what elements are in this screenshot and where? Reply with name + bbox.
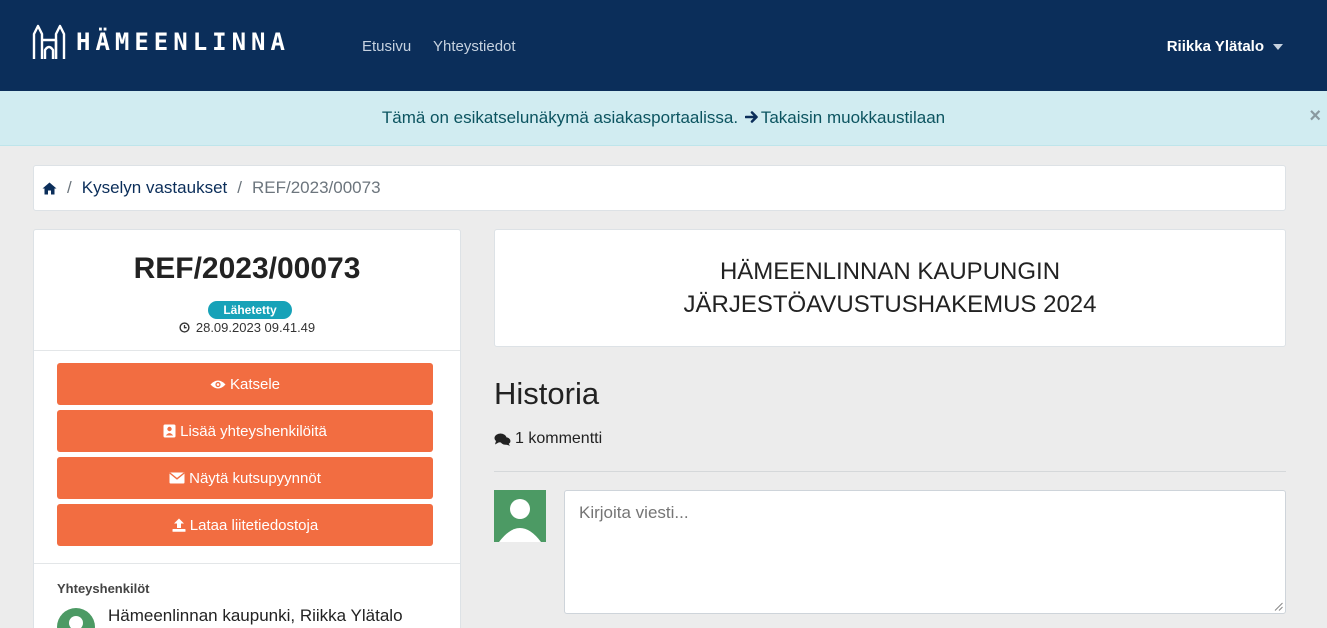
breadcrumb-current: REF/2023/00073	[251, 178, 381, 197]
user-menu[interactable]: Riikka Ylätalo	[1167, 38, 1283, 55]
user-silhouette-icon	[499, 499, 541, 542]
upload-attachments-label: Lataa liitetiedostoja	[189, 516, 319, 534]
form-title-line-1: HÄMEENLINNAN KAUPUNGIN	[719, 258, 1061, 285]
breadcrumb: / Kyselyn vastaukset / REF/2023/00073	[33, 165, 1286, 211]
form-title-line-2: JÄRJESTÖAVUSTUSHAKEMUS 2024	[683, 291, 1097, 318]
brand-logo[interactable]: HÄMEENLINNA	[32, 24, 290, 60]
top-navbar: HÄMEENLINNA Etusivu Yhteystiedot Riikka …	[0, 0, 1327, 91]
alert-text: Tämä on esikatselunäkymä asiakasportaali…	[381, 108, 739, 127]
castle-logo-icon	[32, 24, 66, 59]
comment-input[interactable]	[564, 490, 1286, 614]
breadcrumb-separator: /	[67, 178, 72, 197]
nav-link-home[interactable]: Etusivu	[362, 38, 411, 55]
envelope-icon	[169, 472, 185, 484]
comments-icon	[494, 433, 511, 446]
add-contacts-label: Lisää yhteyshenkilöitä	[180, 422, 327, 440]
divider	[34, 563, 460, 564]
avatar	[494, 490, 546, 542]
contact-name[interactable]: Hämeenlinnan kaupunki, Riikka Ylätalo	[108, 606, 403, 626]
contacts-heading: Yhteyshenkilöt	[57, 581, 150, 596]
arrow-right-icon	[744, 111, 758, 123]
breadcrumb-separator: /	[237, 178, 242, 197]
show-invitations-label: Näytä kutsupyynnöt	[189, 469, 321, 487]
alert-message: Tämä on esikatselunäkymä asiakasportaali…	[0, 108, 1327, 128]
add-contacts-button[interactable]: Lisää yhteyshenkilöitä	[57, 410, 433, 452]
application-summary-card: REF/2023/00073 Lähetetty 28.09.2023 09.4…	[33, 229, 461, 628]
home-icon[interactable]	[42, 182, 57, 195]
caret-down-icon	[1273, 43, 1283, 50]
contact-card-icon	[163, 424, 176, 438]
preview-alert: Tämä on esikatselunäkymä asiakasportaali…	[0, 91, 1327, 146]
submission-date: 28.09.2023 09.41.49	[34, 320, 460, 335]
comments-count: 1 kommentti	[494, 430, 602, 448]
form-title-card: HÄMEENLINNAN KAUPUNGIN JÄRJESTÖAVUSTUSHA…	[494, 229, 1286, 347]
nav-link-contact[interactable]: Yhteystiedot	[433, 38, 516, 55]
comments-count-text: 1 kommentti	[515, 430, 603, 447]
clock-icon	[179, 322, 190, 333]
user-silhouette-icon	[69, 616, 83, 628]
resize-grip-icon[interactable]	[1274, 602, 1283, 611]
reference-number: REF/2023/00073	[133, 252, 361, 285]
user-name: Riikka Ylätalo	[1166, 38, 1264, 55]
date-text: 28.09.2023 09.41.49	[195, 320, 316, 335]
close-icon[interactable]: ×	[1309, 105, 1321, 128]
history-heading: Historia	[494, 376, 600, 411]
breadcrumb-link-survey-answers[interactable]: Kyselyn vastaukset	[82, 178, 228, 198]
upload-icon	[172, 518, 186, 532]
view-button-label: Katsele	[229, 375, 281, 393]
back-to-edit-link[interactable]: Takaisin muokkaustilaan	[743, 108, 945, 127]
brand-text: HÄMEENLINNA	[76, 28, 290, 56]
view-button[interactable]: Katsele	[57, 363, 433, 405]
show-invitations-button[interactable]: Näytä kutsupyynnöt	[57, 457, 433, 499]
back-to-edit-label: Takaisin muokkaustilaan	[760, 108, 946, 127]
divider	[494, 471, 1286, 472]
form-title: HÄMEENLINNAN KAUPUNGIN JÄRJESTÖAVUSTUSHA…	[495, 255, 1285, 321]
status-badge: Lähetetty	[208, 301, 292, 319]
avatar	[57, 608, 95, 628]
upload-attachments-button[interactable]: Lataa liitetiedostoja	[57, 504, 433, 546]
divider	[34, 350, 460, 351]
eye-icon	[210, 380, 226, 388]
